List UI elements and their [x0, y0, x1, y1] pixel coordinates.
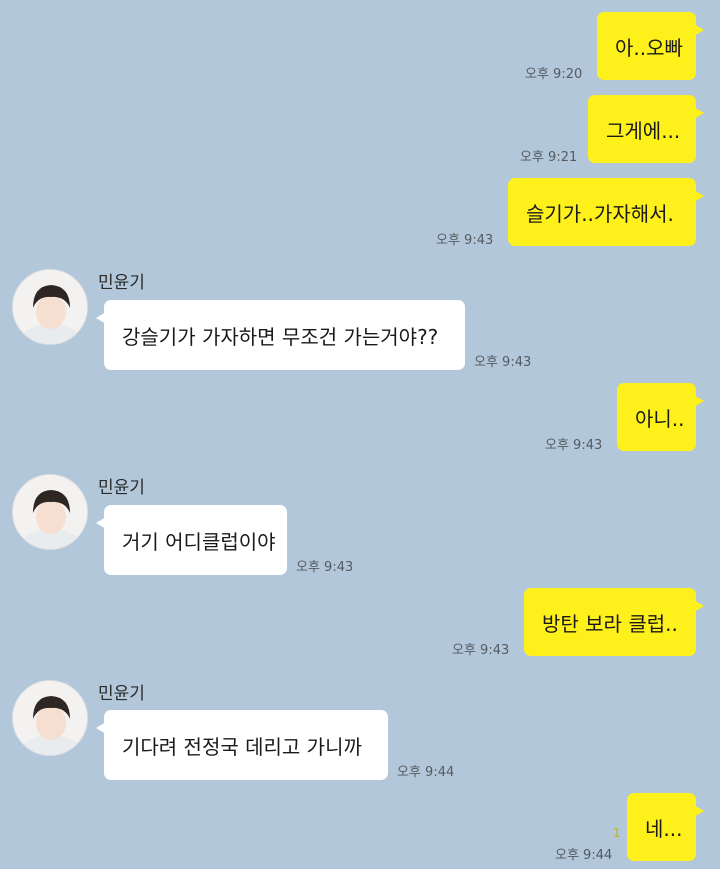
contact-avatar[interactable] — [12, 474, 88, 550]
profile-photo-icon — [13, 270, 87, 344]
contact-avatar[interactable] — [12, 269, 88, 345]
message-timestamp: 오후 9:20 — [525, 67, 583, 82]
contact-name: 민윤기 — [98, 684, 145, 704]
my-message-bubble[interactable]: 아..오빠 — [597, 12, 704, 80]
my-message-bubble[interactable]: 아니.. — [617, 383, 704, 451]
message-timestamp: 오후 9:21 — [520, 150, 578, 165]
message-timestamp: 오후 9:43 — [452, 643, 510, 658]
my-message-bubble[interactable]: 방탄 보라 클럽.. — [524, 588, 704, 656]
my-message-bubble[interactable]: 네... — [627, 793, 704, 861]
message-timestamp: 오후 9:44 — [555, 848, 613, 863]
my-message-bubble[interactable]: 그게에... — [588, 95, 704, 163]
their-message-bubble[interactable]: 거기 어디클럽이야 — [96, 505, 287, 575]
their-message-bubble[interactable]: 강슬기가 가자하면 무조건 가는거야?? — [96, 300, 465, 370]
my-message-bubble[interactable]: 슬기가..가자해서. — [508, 178, 704, 246]
profile-photo-icon — [13, 475, 87, 549]
message-timestamp: 오후 9:43 — [296, 560, 354, 575]
message-timestamp: 오후 9:43 — [436, 233, 494, 248]
contact-name: 민윤기 — [98, 273, 145, 293]
their-message-bubble[interactable]: 기다려 전정국 데리고 가니까 — [96, 710, 388, 780]
message-timestamp: 오후 9:43 — [545, 438, 603, 453]
contact-name: 민윤기 — [98, 478, 145, 498]
unread-count: 1 — [613, 826, 621, 840]
contact-avatar[interactable] — [12, 680, 88, 756]
profile-photo-icon — [13, 681, 87, 755]
message-timestamp: 오후 9:44 — [397, 765, 455, 780]
message-timestamp: 오후 9:43 — [474, 355, 532, 370]
